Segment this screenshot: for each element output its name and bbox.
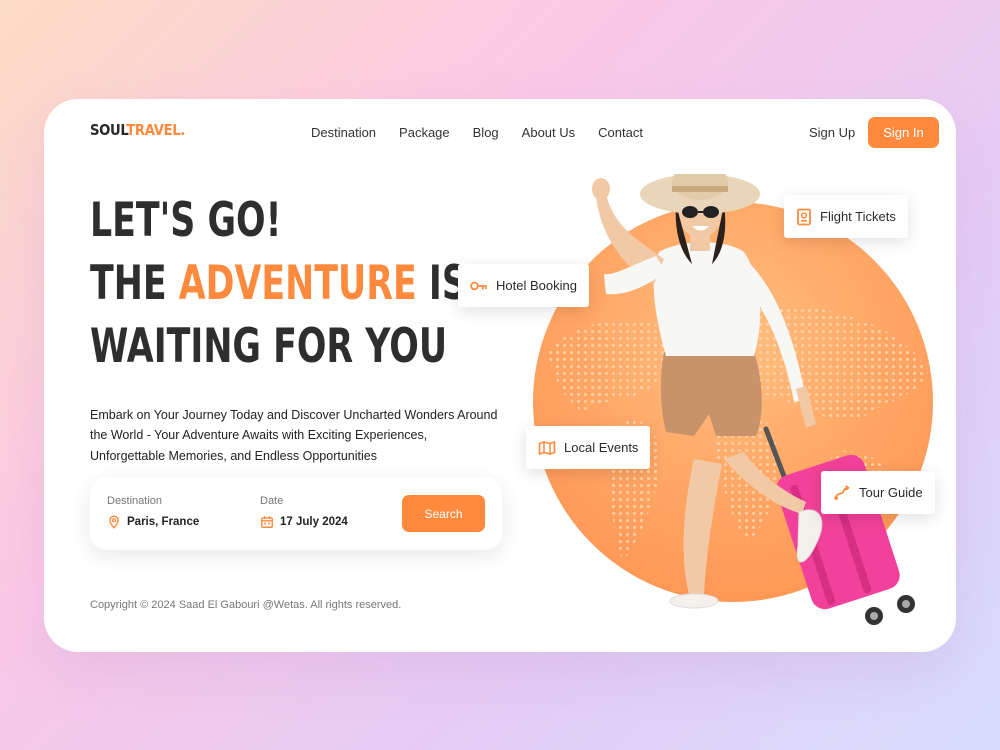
headline-line-2: THE ADVENTURE IS xyxy=(90,256,467,311)
nav-package[interactable]: Package xyxy=(399,125,450,140)
route-icon xyxy=(834,484,850,500)
local-events-label: Local Events xyxy=(564,440,639,455)
calendar-icon xyxy=(261,516,273,528)
hotel-booking-chip[interactable]: Hotel Booking xyxy=(458,264,589,307)
nav-about-us[interactable]: About Us xyxy=(522,125,575,140)
copyright-text: Copyright © 2024 Saad El Gabouri @Wetas.… xyxy=(90,599,402,611)
flight-tickets-label: Flight Tickets xyxy=(820,209,896,224)
location-pin-icon xyxy=(109,515,119,529)
landing-card: SOULTRAVEL. Destination Package Blog Abo… xyxy=(44,99,956,652)
headline-line-3: WAITING FOR YOU xyxy=(90,319,448,374)
destination-value: Paris, France xyxy=(127,516,200,528)
destination-field[interactable]: Paris, France xyxy=(107,515,199,529)
destination-label: Destination xyxy=(107,495,163,507)
traveler-illustration xyxy=(592,174,915,625)
brand-logo[interactable]: SOULTRAVEL. xyxy=(90,121,185,139)
logo-text-primary: SOUL xyxy=(90,121,127,139)
tour-guide-label: Tour Guide xyxy=(859,485,923,500)
date-field[interactable]: 17 July 2024 xyxy=(260,515,348,529)
headline-line-1: LET'S GO! xyxy=(90,193,282,248)
logo-text-accent: TRAVEL xyxy=(126,121,181,139)
date-label: Date xyxy=(260,495,284,507)
hotel-booking-label: Hotel Booking xyxy=(496,278,577,293)
hero-description: Embark on Your Journey Today and Discove… xyxy=(90,407,498,463)
tour-guide-chip[interactable]: Tour Guide xyxy=(821,471,935,514)
hero-headline: LET'S GO! THE ADVENTURE IS WAITING FOR Y… xyxy=(90,189,467,378)
search-button[interactable]: Search xyxy=(402,495,485,532)
passport-icon xyxy=(797,208,811,225)
flight-tickets-chip[interactable]: Flight Tickets xyxy=(784,195,908,238)
date-value: 17 July 2024 xyxy=(280,516,348,528)
logo-dot: . xyxy=(180,121,185,139)
map-icon xyxy=(538,440,556,455)
main-nav: Destination Package Blog About Us Contac… xyxy=(311,125,643,140)
nav-blog[interactable]: Blog xyxy=(473,125,499,140)
sign-up-link[interactable]: Sign Up xyxy=(809,125,855,140)
search-form: Destination Paris, France Date 17 July 2… xyxy=(90,477,502,550)
nav-destination[interactable]: Destination xyxy=(311,125,376,140)
nav-contact[interactable]: Contact xyxy=(598,125,643,140)
headline-accent-word: ADVENTURE xyxy=(178,256,417,311)
key-icon xyxy=(470,281,487,290)
local-events-chip[interactable]: Local Events xyxy=(526,426,651,469)
sign-in-button[interactable]: Sign In xyxy=(868,117,939,148)
